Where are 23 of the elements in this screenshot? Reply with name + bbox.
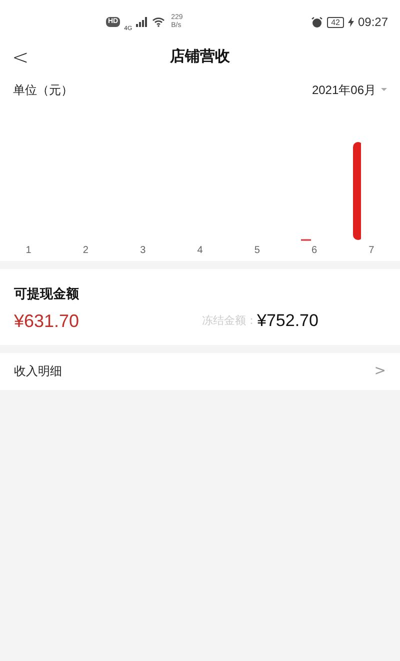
axis-label: 2	[82, 244, 88, 257]
charging-icon	[348, 17, 354, 27]
unit-label: 单位（元）	[13, 82, 73, 99]
frozen-amount: ¥752.70	[257, 310, 318, 332]
page-title: 店铺营收	[170, 46, 230, 67]
axis-label: 7	[368, 244, 374, 257]
axis-label: 4	[197, 244, 203, 257]
axis-label: 1	[26, 244, 32, 257]
axis-label: 3	[140, 244, 146, 257]
caret-icon	[381, 88, 387, 92]
axis-label: 6	[311, 244, 318, 257]
wifi-icon	[152, 17, 166, 27]
month-picker[interactable]: 2021年06月	[312, 81, 387, 99]
back-button[interactable]: <	[12, 47, 29, 67]
axis-label: 5	[254, 244, 260, 257]
balance-title: 可提现金额	[14, 285, 80, 303]
available-amount: ¥631.70	[14, 310, 80, 332]
signal-icon	[136, 17, 148, 27]
chevron-icon: >	[374, 360, 386, 382]
battery-level: 42	[327, 16, 344, 28]
clock-time: 09:27	[358, 14, 388, 31]
alarm-icon	[311, 16, 324, 28]
menu-row[interactable]: 收入明细 >	[0, 352, 400, 390]
